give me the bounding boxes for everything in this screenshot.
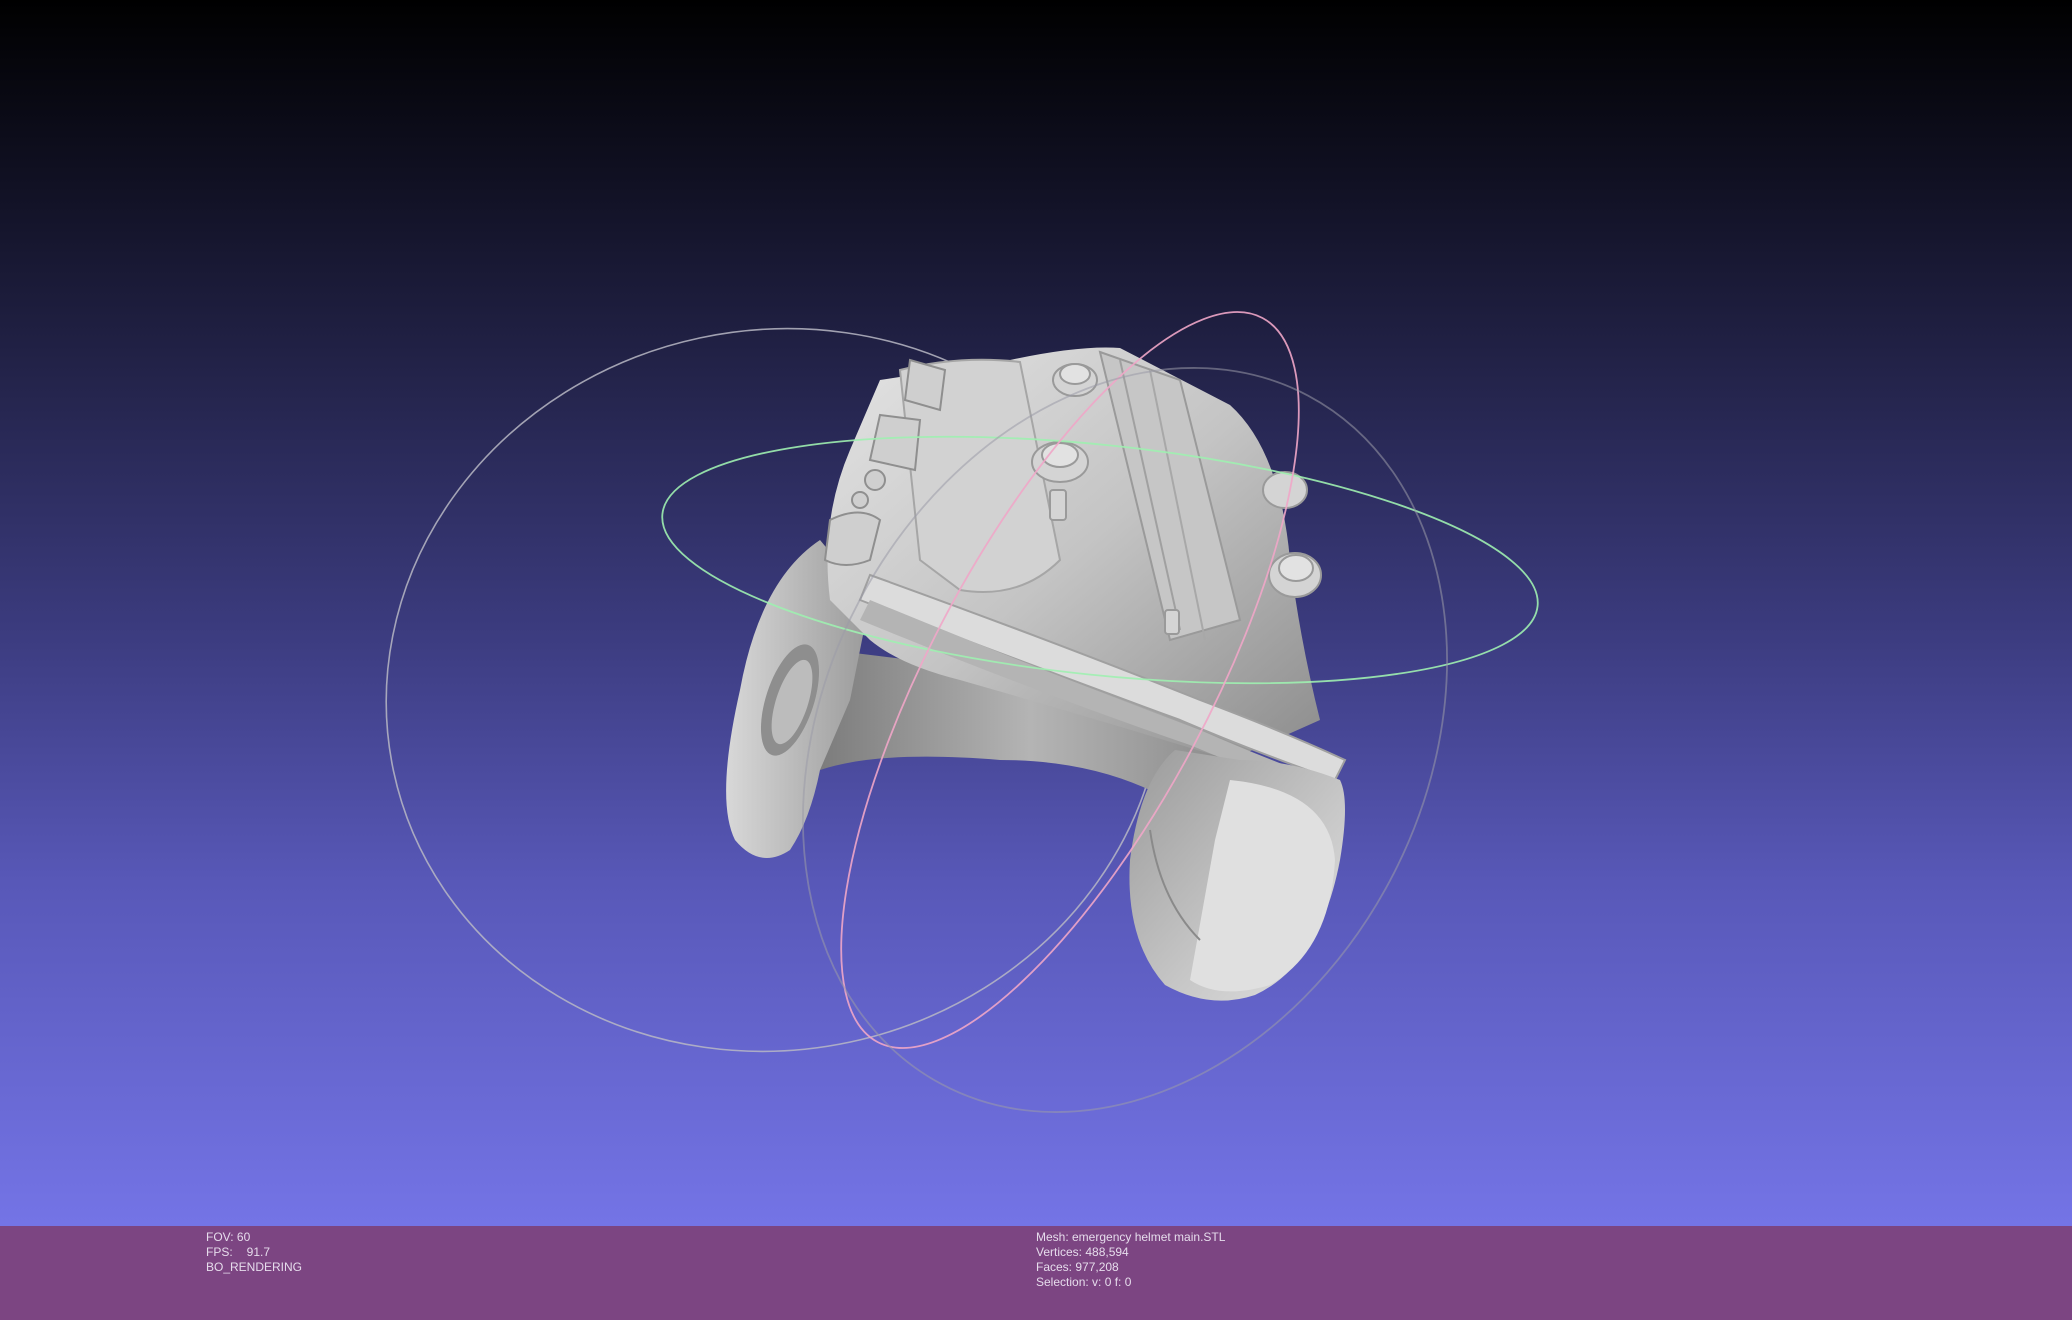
- mesh-info: Mesh: emergency helmet main.STL Vertices…: [1036, 1230, 1225, 1290]
- scene-canvas[interactable]: [0, 0, 2072, 1226]
- selection-info: Selection: v: 0 f: 0: [1036, 1275, 1132, 1289]
- fps-readout: FPS: 91.7: [206, 1245, 302, 1260]
- mesh-name: Mesh: emergency helmet main.STL: [1036, 1230, 1226, 1244]
- helmet-model: [726, 347, 1347, 1001]
- fps-value: 91.7: [246, 1245, 271, 1259]
- render-info: FOV: 60 FPS: 91.7 BO_RENDERING: [206, 1230, 302, 1275]
- 3d-viewport[interactable]: [0, 0, 2072, 1226]
- render-mode: BO_RENDERING: [206, 1260, 303, 1274]
- vertex-count: Vertices: 488,594: [1036, 1245, 1129, 1259]
- fps-label: FPS:: [206, 1245, 233, 1259]
- fov-readout: FOV: 60: [206, 1230, 251, 1244]
- face-count: Faces: 977,208: [1036, 1260, 1119, 1274]
- status-bar: FOV: 60 FPS: 91.7 BO_RENDERING Mesh: emer…: [0, 1226, 2072, 1320]
